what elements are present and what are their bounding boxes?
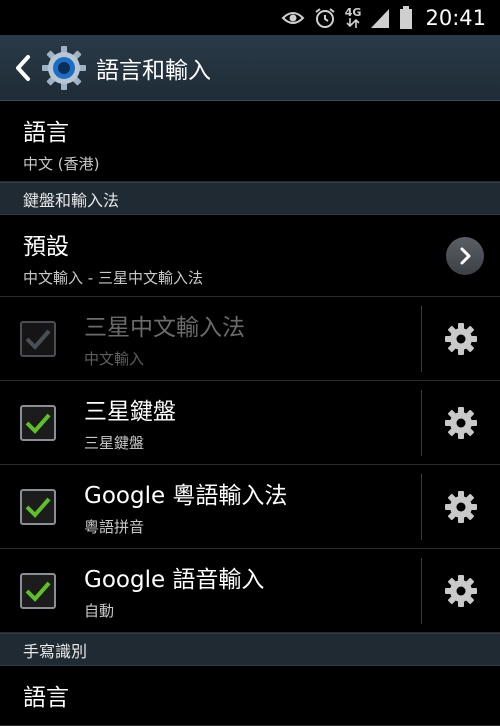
checkmark-icon — [25, 413, 51, 434]
settings-list: 語言 中文 (香港) 鍵盤和輸入法 預設 中文輸入 - 三星中文輸入法 三星中文… — [0, 101, 500, 726]
ime-row-samsung-keyboard[interactable]: 三星鍵盤 三星鍵盤 — [0, 381, 500, 465]
ime-summary: 粵語拼音 — [84, 518, 145, 536]
ime-summary: 中文輸入 — [84, 350, 145, 368]
ime-name: Google 粵語輸入法 — [84, 483, 288, 509]
back-button[interactable] — [8, 54, 38, 82]
ime-settings-button[interactable] — [422, 490, 500, 524]
language-value: 中文 (香港) — [23, 155, 100, 173]
gear-icon — [445, 574, 477, 607]
ime-summary: 三星鍵盤 — [84, 434, 145, 452]
language-title: 語言 — [23, 120, 69, 146]
ime-row-google-voice[interactable]: Google 語音輸入 自動 — [0, 549, 500, 633]
signal-icon — [369, 7, 391, 29]
status-bar: 4G 20:41 — [0, 0, 500, 35]
handwriting-language-title: 語言 — [23, 685, 69, 711]
chevron-right-icon — [460, 247, 471, 265]
settings-gear-icon[interactable] — [40, 44, 88, 92]
alarm-icon — [313, 6, 337, 30]
network-label: 4G — [344, 6, 362, 19]
ime-checkbox[interactable] — [20, 488, 56, 525]
gear-icon — [445, 406, 477, 439]
screen-title: 語言和輸入 — [96, 57, 211, 84]
keyboard-section-header: 鍵盤和輸入法 — [0, 182, 500, 215]
battery-icon — [399, 5, 413, 30]
clock: 20:41 — [425, 5, 486, 30]
ime-name: 三星鍵盤 — [84, 399, 176, 425]
gear-icon — [445, 322, 477, 355]
checkmark-icon — [25, 581, 51, 602]
ime-row-google-cantonese[interactable]: Google 粵語輸入法 粵語拼音 — [0, 465, 500, 549]
ime-settings-button[interactable] — [422, 406, 500, 440]
handwriting-section-header: 手寫識別 — [0, 633, 500, 666]
ime-checkbox[interactable] — [20, 572, 56, 609]
ime-row-samsung-chinese: 三星中文輸入法 中文輸入 — [0, 297, 500, 381]
checkmark-icon — [25, 329, 51, 350]
ime-settings-button[interactable] — [422, 322, 500, 356]
default-select-button[interactable] — [446, 237, 484, 275]
action-bar: 語言和輸入 — [0, 35, 500, 101]
handwriting-language-preference[interactable]: 語言 — [0, 666, 500, 726]
chevron-left-icon — [16, 54, 30, 81]
ime-name: 三星中文輸入法 — [84, 315, 245, 341]
default-input-preference[interactable]: 預設 中文輸入 - 三星中文輸入法 — [0, 215, 500, 297]
ime-summary: 自動 — [84, 602, 115, 620]
network-4g-icon: 4G — [344, 6, 362, 28]
checkmark-icon — [25, 497, 51, 518]
default-value: 中文輸入 - 三星中文輸入法 — [23, 269, 203, 287]
default-title: 預設 — [23, 234, 69, 260]
ime-checkbox — [20, 320, 56, 357]
ime-name: Google 語音輸入 — [84, 567, 265, 593]
ime-checkbox[interactable] — [20, 404, 56, 441]
gear-icon — [445, 490, 477, 523]
ime-settings-button[interactable] — [422, 574, 500, 608]
language-preference[interactable]: 語言 中文 (香港) — [0, 101, 500, 182]
eye-icon — [281, 10, 305, 26]
